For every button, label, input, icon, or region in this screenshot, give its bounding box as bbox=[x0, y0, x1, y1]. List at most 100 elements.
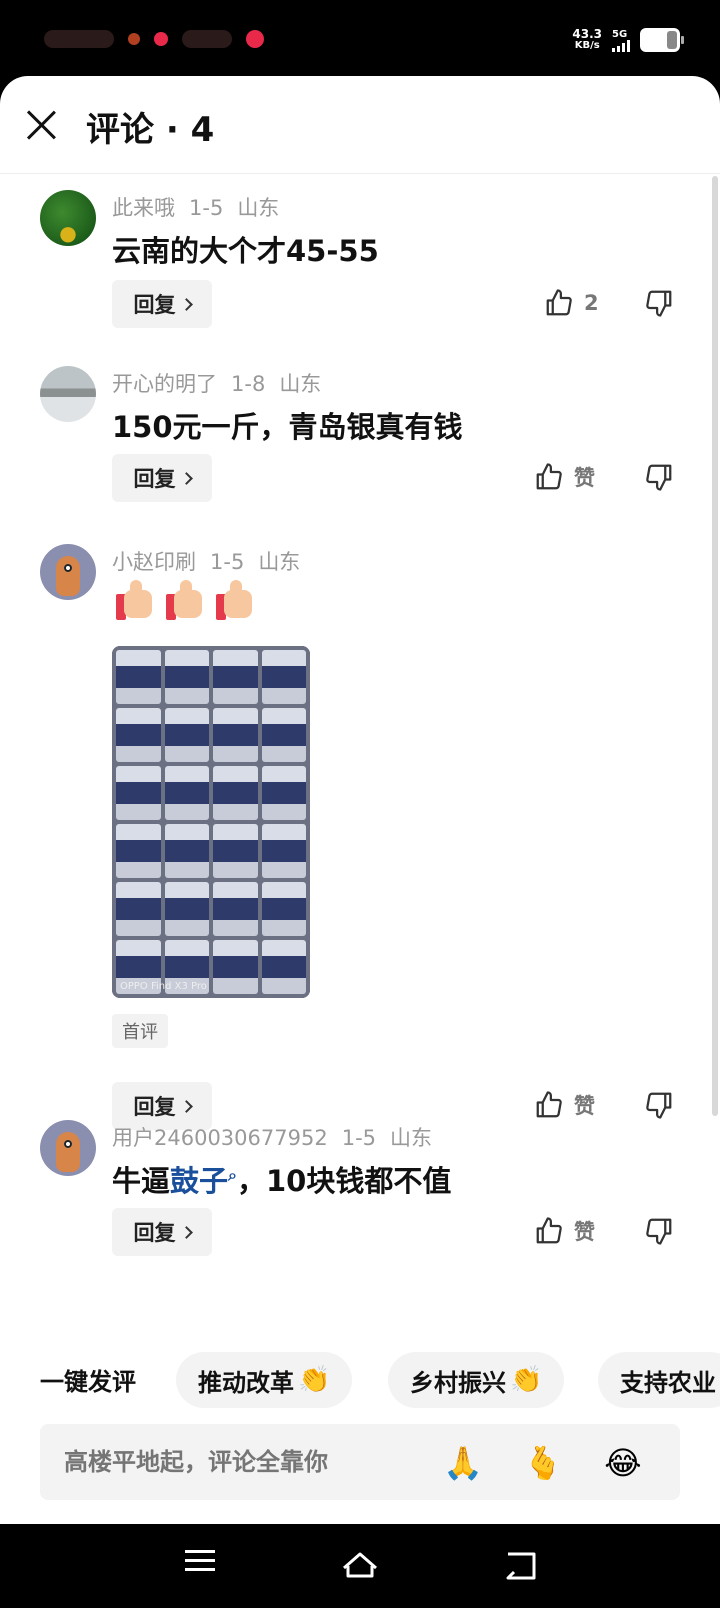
folded-hands-emoji-icon[interactable]: 🙏 bbox=[442, 1442, 484, 1484]
comment-input[interactable] bbox=[64, 1448, 434, 1476]
reply-label: 回复 bbox=[133, 1095, 176, 1119]
chip-label: 支持农业 bbox=[620, 1368, 716, 1397]
like-button[interactable]: 赞 bbox=[534, 1216, 595, 1246]
avatar[interactable] bbox=[40, 190, 96, 246]
avatar[interactable] bbox=[40, 1120, 96, 1176]
like-count: 2 bbox=[584, 291, 599, 315]
quick-reply-chip[interactable]: 支持农业 bbox=[598, 1352, 720, 1408]
comment-item: 开心的明了 1-8 山东 150元一斤，青岛银真有钱 回复 赞 bbox=[0, 366, 700, 516]
comment-username[interactable]: 此来哦 bbox=[112, 196, 175, 220]
comment-region: 山东 bbox=[258, 550, 301, 574]
thumbs-up-emoji-icon bbox=[214, 580, 256, 622]
reply-label: 回复 bbox=[133, 1221, 176, 1245]
close-button[interactable] bbox=[24, 108, 58, 142]
comment-item: 用户2460030677952 1-5 山东 牛逼鼓子⌕，10块钱都不值 回复 赞 bbox=[0, 1120, 700, 1270]
reply-label: 回复 bbox=[133, 293, 176, 317]
comment-item: 小赵印刷 1-5 山东 OPPO Find X3 Pro 首评 回复 赞 bbox=[0, 544, 700, 1130]
quick-reply-chip[interactable]: 推动改革 👏 bbox=[176, 1352, 353, 1408]
scrollbar[interactable] bbox=[712, 176, 718, 1116]
reply-button[interactable]: 回复 bbox=[112, 280, 212, 328]
comment-item: 此来哦 1-5 山东 云南的大个才45-55 回复 2 bbox=[0, 190, 700, 340]
comment-photo[interactable]: OPPO Find X3 Pro bbox=[112, 646, 310, 998]
quick-reply-chip[interactable]: 乡村振兴 👏 bbox=[388, 1352, 565, 1408]
comment-region: 山东 bbox=[390, 1126, 433, 1150]
battery-icon bbox=[640, 28, 684, 52]
reply-button[interactable]: 回复 bbox=[112, 454, 212, 502]
comment-emoji-row bbox=[114, 580, 256, 622]
like-button[interactable]: 赞 bbox=[534, 1090, 595, 1120]
chevron-right-icon bbox=[179, 471, 193, 485]
comment-username[interactable]: 开心的明了 bbox=[112, 372, 217, 396]
reply-label: 回复 bbox=[133, 467, 176, 491]
network-speed-unit: KB/s bbox=[574, 40, 600, 51]
network-speed: 43.3 KB/s bbox=[572, 28, 602, 52]
signal-label: 5G bbox=[612, 28, 628, 40]
sheet-header: 评论 · 4 bbox=[0, 76, 720, 174]
thumbs-down-icon[interactable] bbox=[644, 462, 674, 492]
chip-label: 乡村振兴 bbox=[410, 1368, 506, 1397]
finger-heart-emoji-icon[interactable]: 🫰 bbox=[522, 1442, 564, 1484]
notification-icons bbox=[44, 30, 264, 48]
avatar[interactable] bbox=[40, 544, 96, 600]
comment-meta: 此来哦 1-5 山东 bbox=[112, 192, 293, 222]
like-label: 赞 bbox=[574, 1094, 595, 1118]
chevron-right-icon bbox=[179, 1099, 193, 1113]
comment-date: 1-5 bbox=[341, 1126, 377, 1150]
comment-text-suffix: ，10块钱都不值 bbox=[237, 1164, 452, 1198]
comment-date: 1-5 bbox=[210, 550, 245, 574]
blurred-notification-icon bbox=[182, 30, 232, 48]
comment-text: 牛逼鼓子⌕，10块钱都不值 bbox=[112, 1158, 451, 1200]
comment-text: 150元一斤，青岛银真有钱 bbox=[112, 410, 463, 444]
comment-username[interactable]: 小赵印刷 bbox=[112, 550, 196, 574]
notification-dot-icon bbox=[128, 33, 140, 45]
status-bar: 43.3 KB/s 5G bbox=[0, 0, 720, 76]
network-speed-value: 43.3 bbox=[572, 27, 602, 41]
thumbs-up-icon bbox=[536, 463, 562, 490]
like-button[interactable]: 2 bbox=[544, 288, 599, 318]
home-icon[interactable] bbox=[338, 1544, 382, 1588]
comment-meta: 小赵印刷 1-5 山东 bbox=[112, 546, 314, 576]
comment-meta: 用户2460030677952 1-5 山东 bbox=[112, 1122, 446, 1152]
comment-region: 山东 bbox=[279, 372, 322, 396]
signal-indicator: 5G bbox=[612, 29, 630, 52]
chevron-right-icon bbox=[179, 297, 193, 311]
comment-date: 1-5 bbox=[189, 196, 224, 220]
quick-reply-label: 一键发评 bbox=[40, 1368, 136, 1396]
thumbs-up-emoji-icon bbox=[114, 580, 156, 622]
chip-label: 推动改革 bbox=[198, 1368, 294, 1397]
back-icon[interactable] bbox=[500, 1544, 544, 1588]
comment-sheet: 评论 · 4 此来哦 1-5 山东 云南的大个才45-55 回复 2 开心的明了 1-… bbox=[0, 76, 720, 1524]
status-indicators: 43.3 KB/s 5G bbox=[572, 28, 684, 52]
thumbs-up-icon bbox=[536, 1091, 562, 1118]
thumbs-up-icon bbox=[536, 1217, 562, 1244]
like-label: 赞 bbox=[574, 466, 595, 490]
thumbs-up-emoji-icon bbox=[164, 580, 206, 622]
clapping-hands-icon: 👏 bbox=[298, 1365, 331, 1395]
clapping-hands-icon: 👏 bbox=[510, 1365, 543, 1395]
signal-bars-icon bbox=[612, 39, 630, 52]
search-link[interactable]: 鼓子 bbox=[170, 1164, 228, 1198]
like-button[interactable]: 赞 bbox=[534, 462, 595, 492]
menu-icon[interactable] bbox=[178, 1544, 222, 1588]
comment-text-prefix: 牛逼 bbox=[112, 1164, 171, 1198]
search-icon[interactable]: ⌕ bbox=[228, 1165, 237, 1184]
comment-meta: 开心的明了 1-8 山东 bbox=[112, 368, 335, 398]
thumbs-down-icon[interactable] bbox=[644, 288, 674, 318]
thumbs-down-icon[interactable] bbox=[644, 1090, 674, 1120]
avatar[interactable] bbox=[40, 366, 96, 422]
comment-input-box[interactable]: 🙏 🫰 😂 bbox=[40, 1424, 680, 1500]
thumbs-up-icon bbox=[546, 289, 572, 316]
thumbs-down-icon[interactable] bbox=[644, 1216, 674, 1246]
system-nav-bar bbox=[0, 1524, 720, 1608]
like-label: 赞 bbox=[574, 1220, 595, 1244]
chevron-right-icon bbox=[179, 1225, 193, 1239]
notification-dot-icon bbox=[154, 32, 168, 46]
comment-username[interactable]: 用户2460030677952 bbox=[112, 1126, 328, 1150]
comment-date: 1-8 bbox=[231, 372, 266, 396]
sheet-title: 评论 · 4 bbox=[86, 110, 215, 150]
reply-button[interactable]: 回复 bbox=[112, 1208, 212, 1256]
laughing-tears-emoji-icon[interactable]: 😂 bbox=[602, 1442, 644, 1484]
comment-region: 山东 bbox=[237, 196, 280, 220]
comment-text: 云南的大个才45-55 bbox=[112, 234, 379, 268]
notification-dot-icon bbox=[246, 30, 264, 48]
